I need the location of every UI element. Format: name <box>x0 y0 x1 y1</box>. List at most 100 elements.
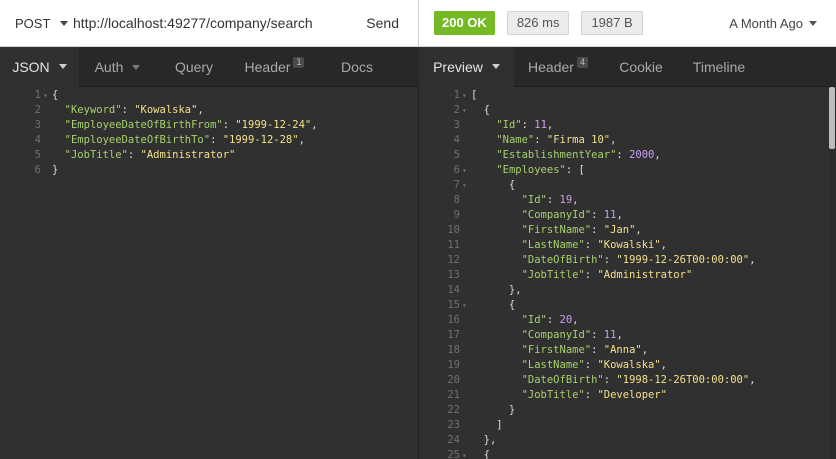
caret-down-icon <box>809 20 817 26</box>
caret-down-icon <box>491 64 500 69</box>
header-count-badge: 1 <box>293 56 305 68</box>
line-number: 25 <box>447 449 460 459</box>
json-string: "1999-12-24" <box>235 119 312 131</box>
code-line: 14 }, <box>419 283 836 298</box>
code-line: 25 ▾ { <box>419 448 836 459</box>
line-number: 6 <box>34 164 41 176</box>
line-number: 1 <box>453 89 460 101</box>
code-line: 7 ▾ { <box>419 178 836 193</box>
line-number: 18 <box>447 344 460 356</box>
history-dropdown[interactable]: A Month Ago <box>729 16 817 31</box>
tab-query[interactable]: Query <box>156 47 232 87</box>
response-size: 1987 B <box>581 11 643 35</box>
json-punct <box>471 269 522 281</box>
code-content: { <box>471 448 490 459</box>
fold-arrow-icon[interactable]: ▾ <box>462 88 471 103</box>
fold-arrow-icon[interactable]: ▾ <box>462 448 471 459</box>
send-button[interactable]: Send <box>347 15 418 31</box>
header-count-badge: 4 <box>576 56 588 68</box>
code-content: }, <box>471 283 522 298</box>
json-punct: : <box>584 269 598 281</box>
tab-label: Header <box>528 59 574 75</box>
json-punct <box>471 239 522 251</box>
tab-timeline[interactable]: Timeline <box>680 47 758 87</box>
json-key: "Id" <box>496 119 522 131</box>
json-punct: : <box>222 119 236 131</box>
line-number: 5 <box>453 149 460 161</box>
tab-response-header[interactable]: Header 4 <box>514 47 602 87</box>
code-content: { <box>471 178 515 193</box>
json-string: "Kowalska" <box>597 359 661 371</box>
json-punct: { <box>471 104 490 116</box>
json-punct: : [ <box>565 164 585 176</box>
fold-arrow-icon[interactable]: ▾ <box>462 163 471 178</box>
request-body-editor[interactable]: 1 ▾{2 "Keyword": "Kowalska", 3 "EmployeeDa… <box>0 87 419 459</box>
json-punct: , <box>635 224 642 236</box>
code-line: 8 "Id": 19, <box>419 193 836 208</box>
tab-cookie[interactable]: Cookie <box>602 47 680 87</box>
fold-arrow-icon[interactable]: ▾ <box>462 298 471 313</box>
tab-label: Auth <box>94 59 124 75</box>
fold-arrow-icon[interactable]: ▾ <box>462 178 471 193</box>
tab-json[interactable]: JSON <box>0 47 79 87</box>
method-label: POST <box>15 15 51 31</box>
line-number: 2 <box>34 104 41 116</box>
json-punct: } <box>52 164 59 176</box>
code-content: "Id": 20, <box>471 313 579 328</box>
code-line: 4 "EmployeeDateOfBirthTo": "1999-12-28", <box>0 133 418 148</box>
tab-docs[interactable]: Docs <box>317 47 397 87</box>
response-body-viewer[interactable]: 1 ▾[2 ▾ {3 "Id": 11, 4 "Name": "Firma 10", 5… <box>419 87 836 459</box>
fold-arrow-icon[interactable]: ▾ <box>462 103 471 118</box>
code-content: "Keyword": "Kowalska", <box>52 103 204 118</box>
code-content: "LastName": "Kowalski", <box>471 238 667 253</box>
json-punct <box>471 224 522 236</box>
json-key: "EmployeeDateOfBirthFrom" <box>64 119 223 131</box>
code-content: "CompanyId": 11, <box>471 328 623 343</box>
url-input[interactable]: http://localhost:49277/company/search <box>73 15 347 31</box>
line-number: 11 <box>447 239 460 251</box>
json-punct: : <box>584 239 598 251</box>
json-punct: { <box>471 179 516 191</box>
json-punct <box>471 149 496 161</box>
json-punct <box>471 254 522 266</box>
code-content: ] <box>471 418 502 433</box>
code-content: "Name": "Firma 10", <box>471 133 616 148</box>
tab-header[interactable]: Header 1 <box>232 47 317 87</box>
tab-auth[interactable]: Auth <box>79 47 156 87</box>
fold-arrow-icon[interactable]: ▾ <box>43 88 52 103</box>
code-content: { <box>471 103 490 118</box>
json-punct <box>471 314 522 326</box>
json-key: "FirstName" <box>521 224 592 236</box>
json-key: "JobTitle" <box>64 149 128 161</box>
code-content: }, <box>471 433 497 448</box>
json-punct: , <box>546 119 554 131</box>
response-scrollbar-thumb[interactable] <box>829 87 835 149</box>
tab-label: Header <box>244 59 291 75</box>
tab-label: JSON <box>12 58 50 75</box>
code-content: { <box>52 88 58 103</box>
tab-label: Query <box>174 59 214 75</box>
json-punct: , <box>572 194 579 206</box>
code-content: "DateOfBirth": "1999-12-26T00:00:00", <box>471 253 756 268</box>
code-line: 23 ] <box>419 418 836 433</box>
line-number: 3 <box>453 119 460 131</box>
code-line: 5 "EstablishmentYear": 2000, <box>419 148 836 163</box>
json-number: 19 <box>559 194 573 206</box>
code-line: 21 "JobTitle": "Developer" <box>419 388 836 403</box>
json-punct: : <box>584 389 598 401</box>
request-tabs: JSON Auth Query Header 1 Docs <box>0 47 419 87</box>
tab-preview[interactable]: Preview <box>419 47 514 87</box>
method-select[interactable]: POST <box>0 16 73 31</box>
line-number: 14 <box>447 284 460 296</box>
json-punct: , <box>610 134 617 146</box>
json-punct: , <box>311 119 318 131</box>
code-line: 19 "LastName": "Kowalska", <box>419 358 836 373</box>
json-number: 2000 <box>629 149 655 161</box>
